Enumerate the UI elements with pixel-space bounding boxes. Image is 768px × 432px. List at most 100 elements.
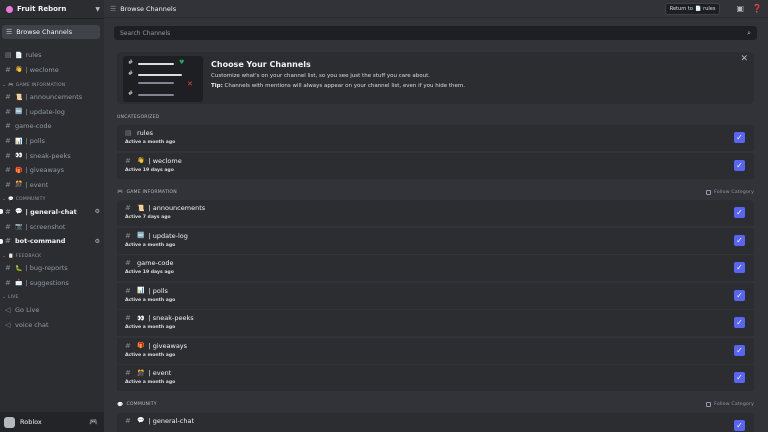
- inbox-icon[interactable]: ▣: [736, 4, 744, 13]
- channel-name: | sneak-peeks: [148, 314, 194, 322]
- sidebar-category[interactable]: ⌄ 📋 FEEDBACK: [2, 252, 100, 260]
- channel-emoji: 📷: [15, 223, 23, 230]
- sidebar-channel[interactable]: ◁ Go Live: [5, 304, 100, 316]
- search-bar[interactable]: ⌕: [114, 26, 757, 40]
- channel-row[interactable]: # 🎁 | giveaways Active a month ago ✓: [117, 337, 754, 364]
- return-to-channel-button[interactable]: Return to 📄 rules: [664, 2, 721, 15]
- checkbox-checked-icon[interactable]: ✓: [734, 207, 745, 218]
- unread-indicator: [0, 238, 3, 244]
- channel-name: | giveaways: [148, 341, 188, 350]
- avatar[interactable]: [4, 416, 15, 428]
- checkbox-checked-icon[interactable]: ✓: [734, 234, 745, 246]
- channel-row[interactable]: # 🎊 | event Active a month ago ✓: [117, 365, 754, 391]
- sidebar-channel[interactable]: ◁ voice chat: [5, 319, 100, 331]
- checkbox-checked-icon[interactable]: ✓: [734, 289, 745, 301]
- sidebar-channel-label: voice chat: [15, 320, 49, 329]
- close-icon: ✕: [187, 80, 193, 88]
- checkbox-checked-icon[interactable]: ✓: [734, 372, 745, 383]
- banner-description: Customize what's on your channel list, s…: [211, 73, 431, 79]
- chevron-down-icon: ▼: [95, 5, 100, 13]
- hash-icon: #: [125, 416, 131, 425]
- channel-name: | announcements: [148, 204, 206, 212]
- sidebar-channel[interactable]: # game-code: [5, 120, 100, 132]
- hash-icon: #: [5, 65, 11, 74]
- rules-icon: ▤: [5, 51, 12, 59]
- close-icon[interactable]: ✕: [740, 54, 748, 64]
- sidebar-channel-label: rules: [25, 51, 42, 59]
- sidebar-channel[interactable]: # 👀 | sneak-peeks: [5, 150, 100, 162]
- channel-emoji: 💬: [137, 417, 145, 424]
- sidebar-channel-label: | event: [25, 180, 49, 189]
- sidebar-channel[interactable]: # 🐛 | bug-reports: [5, 262, 100, 274]
- checkbox-checked-icon[interactable]: ✓: [734, 132, 745, 143]
- sidebar-channel[interactable]: # bot-command ⚙: [0, 235, 100, 247]
- channel-emoji: 🆕: [15, 108, 23, 116]
- channel-activity: Active a month ago: [125, 325, 176, 330]
- channel-row[interactable]: ▤ rules Active a month ago ✓: [117, 125, 754, 151]
- hash-icon: #: [125, 204, 131, 212]
- sidebar-channel-label: | update-log: [25, 107, 65, 116]
- category-header: UNCATEGORIZED: [117, 113, 754, 121]
- checkbox-icon: [706, 402, 712, 407]
- sidebar-category[interactable]: ⌄ LIVE: [2, 294, 100, 302]
- channel-emoji: 🎊: [15, 181, 23, 189]
- channel-row[interactable]: # 🆕 | update-log Active a month ago ✓: [117, 227, 754, 254]
- follow-category-toggle[interactable]: Follow Category: [706, 189, 754, 195]
- channel-activity: Active 7 days ago: [125, 215, 171, 220]
- checkbox-checked-icon[interactable]: ✓: [734, 344, 745, 356]
- help-icon[interactable]: ❓: [752, 4, 762, 13]
- sidebar-category[interactable]: ⌄ 💬 COMMUNITY: [2, 196, 100, 204]
- sidebar-channel[interactable]: ▤ 📄 rules: [5, 49, 100, 61]
- sidebar-channel[interactable]: # 🎊 | event: [5, 179, 100, 191]
- channel-row[interactable]: # 👀 | sneak-peeks Active a month ago ✓: [117, 310, 754, 336]
- sidebar-channel[interactable]: # 💬 | general-chat ⚙: [0, 206, 100, 218]
- sidebar-channel[interactable]: # 📜 | announcements: [5, 91, 100, 103]
- browse-channels-label: Browse Channels: [16, 28, 73, 36]
- sidebar-channel[interactable]: # 📊 | polls: [5, 135, 100, 147]
- unread-indicator: [0, 209, 3, 215]
- sidebar-category[interactable]: ⌄ 🎮 GAME INFORMATION: [2, 81, 100, 89]
- sidebar-channel[interactable]: # 📩 | suggestions: [5, 277, 100, 289]
- channel-name: | event: [148, 369, 172, 377]
- gear-icon[interactable]: ⚙: [95, 208, 100, 215]
- controller-icon[interactable]: 🎮: [89, 418, 98, 426]
- channel-name-line: # 🎊 | event: [125, 369, 171, 377]
- tip-text: Channels with mentions will always appea…: [224, 83, 465, 89]
- channel-activity: Active 19 days ago: [125, 167, 174, 173]
- hash-icon: #: [125, 156, 131, 165]
- search-icon[interactable]: ⌕: [747, 29, 751, 38]
- sidebar-channel[interactable]: # 📷 | screenshot: [5, 221, 100, 233]
- sidebar-channel[interactable]: # 🆕 | update-log: [5, 106, 100, 118]
- channel-row[interactable]: # 💬 | general-chat ✓: [117, 412, 754, 432]
- channel-name: rules: [137, 129, 153, 137]
- channel-row[interactable]: # 📊 | polls Active a month ago ✓: [117, 282, 754, 309]
- gear-icon[interactable]: ⚙: [95, 238, 100, 245]
- search-input[interactable]: [120, 29, 748, 37]
- channel-name-line: # 📊 | polls: [125, 287, 168, 295]
- channel-row[interactable]: # 👋 | weclome Active 19 days ago ✓: [117, 152, 754, 179]
- checkbox-checked-icon[interactable]: ✓: [734, 159, 745, 171]
- channel-name: | polls: [148, 286, 168, 295]
- sidebar-channel[interactable]: # 👋 | weclome: [5, 64, 100, 76]
- checkbox-checked-icon[interactable]: ✓: [734, 262, 745, 273]
- channel-emoji: 📊: [137, 287, 145, 294]
- sidebar-channel[interactable]: # 🎁 | giveaways: [5, 164, 100, 176]
- channel-emoji: 📄: [15, 51, 23, 59]
- channel-emoji: 📩: [15, 279, 23, 287]
- banner-tip: Tip: Channels with mentions will always …: [211, 83, 465, 89]
- channel-activity: Active a month ago: [125, 380, 176, 385]
- category-title: COMMUNITY: [126, 402, 157, 407]
- browse-channels-button[interactable]: ☰ Browse Channels: [2, 25, 100, 39]
- channel-activity: Active 19 days ago: [125, 270, 174, 275]
- server-header[interactable]: Fruit Reborn ▼: [0, 0, 104, 18]
- checkbox-checked-icon[interactable]: ✓: [734, 419, 745, 431]
- follow-category-label: Follow Category: [714, 402, 754, 407]
- checkbox-checked-icon[interactable]: ✓: [734, 317, 745, 328]
- channel-row[interactable]: # 📜 | announcements Active 7 days ago ✓: [117, 200, 754, 226]
- follow-category-toggle[interactable]: Follow Category: [706, 402, 754, 407]
- hash-icon: #: [5, 151, 11, 160]
- channel-row[interactable]: # game-code Active 19 days ago ✓: [117, 255, 754, 281]
- sidebar-channel-label: | announcements: [25, 93, 83, 102]
- hash-icon: #: [5, 278, 11, 287]
- channel-activity: Active a month ago: [125, 352, 176, 358]
